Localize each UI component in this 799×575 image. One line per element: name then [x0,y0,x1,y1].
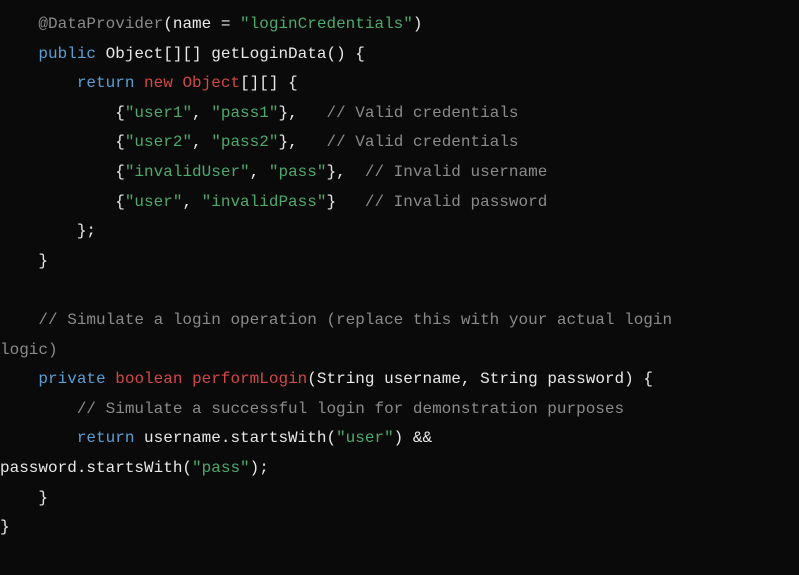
token-comment: // Valid credentials [326,104,518,122]
token-annotation: @DataProvider [38,15,163,33]
token-string: "user" [125,193,183,211]
code-line: return username.startsWith("user") && [0,424,799,454]
token-punct [173,74,183,92]
code-line: logic) [0,336,799,366]
token-comment: // Simulate a successful login for demon… [77,400,624,418]
token-punct: }, [326,163,364,181]
token-identifier: (String username, String password) { [307,370,653,388]
token-string: "invalidUser" [125,163,250,181]
code-line: } [0,484,799,514]
token-punct: }; [77,222,96,240]
token-punct: } [38,252,48,270]
token-comment: // Valid credentials [326,133,518,151]
token-keyword: return [77,429,135,447]
token-punct: (name = [163,15,240,33]
indent [0,163,115,181]
code-block: @DataProvider(name = "loginCredentials")… [0,10,799,543]
indent [0,400,77,418]
indent [0,222,77,240]
code-line [0,276,799,306]
token-type-red: Object [182,74,240,92]
token-comment: // Invalid username [365,163,547,181]
code-line: private boolean performLogin(String user… [0,365,799,395]
token-punct [182,370,192,388]
token-string: "user1" [125,104,192,122]
code-line: @DataProvider(name = "loginCredentials") [0,10,799,40]
token-punct: , [192,104,211,122]
token-string: "loginCredentials" [240,15,413,33]
token-punct: } [0,518,10,536]
token-keyword: return [77,74,135,92]
code-line: {"user2", "pass2"}, // Valid credentials [0,128,799,158]
token-punct [106,370,116,388]
token-identifier: password.startsWith( [0,459,192,477]
token-punct: }, [278,104,326,122]
indent [0,193,115,211]
token-identifier: [][] { [240,74,298,92]
indent [0,252,38,270]
code-line: password.startsWith("pass"); [0,454,799,484]
code-line: {"user1", "pass1"}, // Valid credentials [0,99,799,129]
token-punct [96,45,106,63]
token-punct: { [115,163,125,181]
token-string: "invalidPass" [202,193,327,211]
code-line: {"user", "invalidPass"} // Invalid passw… [0,188,799,218]
token-string: "pass2" [211,133,278,151]
token-punct: , [182,193,201,211]
token-punct [134,74,144,92]
code-line: {"invalidUser", "pass"}, // Invalid user… [0,158,799,188]
indent [0,45,38,63]
token-string: "user2" [125,133,192,151]
token-comment: // Simulate a login operation (replace t… [38,311,681,329]
code-line: public Object[][] getLoginData() { [0,40,799,70]
code-line: } [0,247,799,277]
token-punct: } [38,489,48,507]
code-line: return new Object[][] { [0,69,799,99]
code-line: // Simulate a login operation (replace t… [0,306,799,336]
code-line: }; [0,217,799,247]
token-string: "pass" [192,459,250,477]
indent [0,15,38,33]
indent [0,74,77,92]
indent [0,311,38,329]
indent [0,489,38,507]
token-punct: }, [278,133,326,151]
token-string: "pass" [269,163,327,181]
token-punct: { [115,133,125,151]
token-keyword: private [38,370,105,388]
token-punct: } [326,193,364,211]
token-punct: { [115,104,125,122]
token-string: "pass1" [211,104,278,122]
token-comment: logic) [0,341,58,359]
indent [0,429,77,447]
token-identifier: ); [250,459,269,477]
token-identifier: ) && [394,429,442,447]
indent [0,370,38,388]
code-line: } [0,513,799,543]
token-identifier: username.startsWith( [134,429,336,447]
code-line: // Simulate a successful login for demon… [0,395,799,425]
token-punct: , [192,133,211,151]
token-keyword: public [38,45,96,63]
indent [0,133,115,151]
token-comment: // Invalid password [365,193,547,211]
token-keyword-red: new [144,74,173,92]
token-punct: { [115,193,125,211]
token-identifier: Object[][] getLoginData() { [106,45,365,63]
token-punct [0,281,10,299]
token-punct: , [250,163,269,181]
token-string: "user" [336,429,394,447]
token-keyword-red: boolean [115,370,182,388]
token-punct: ) [413,15,423,33]
token-method-red: performLogin [192,370,307,388]
indent [0,104,115,122]
